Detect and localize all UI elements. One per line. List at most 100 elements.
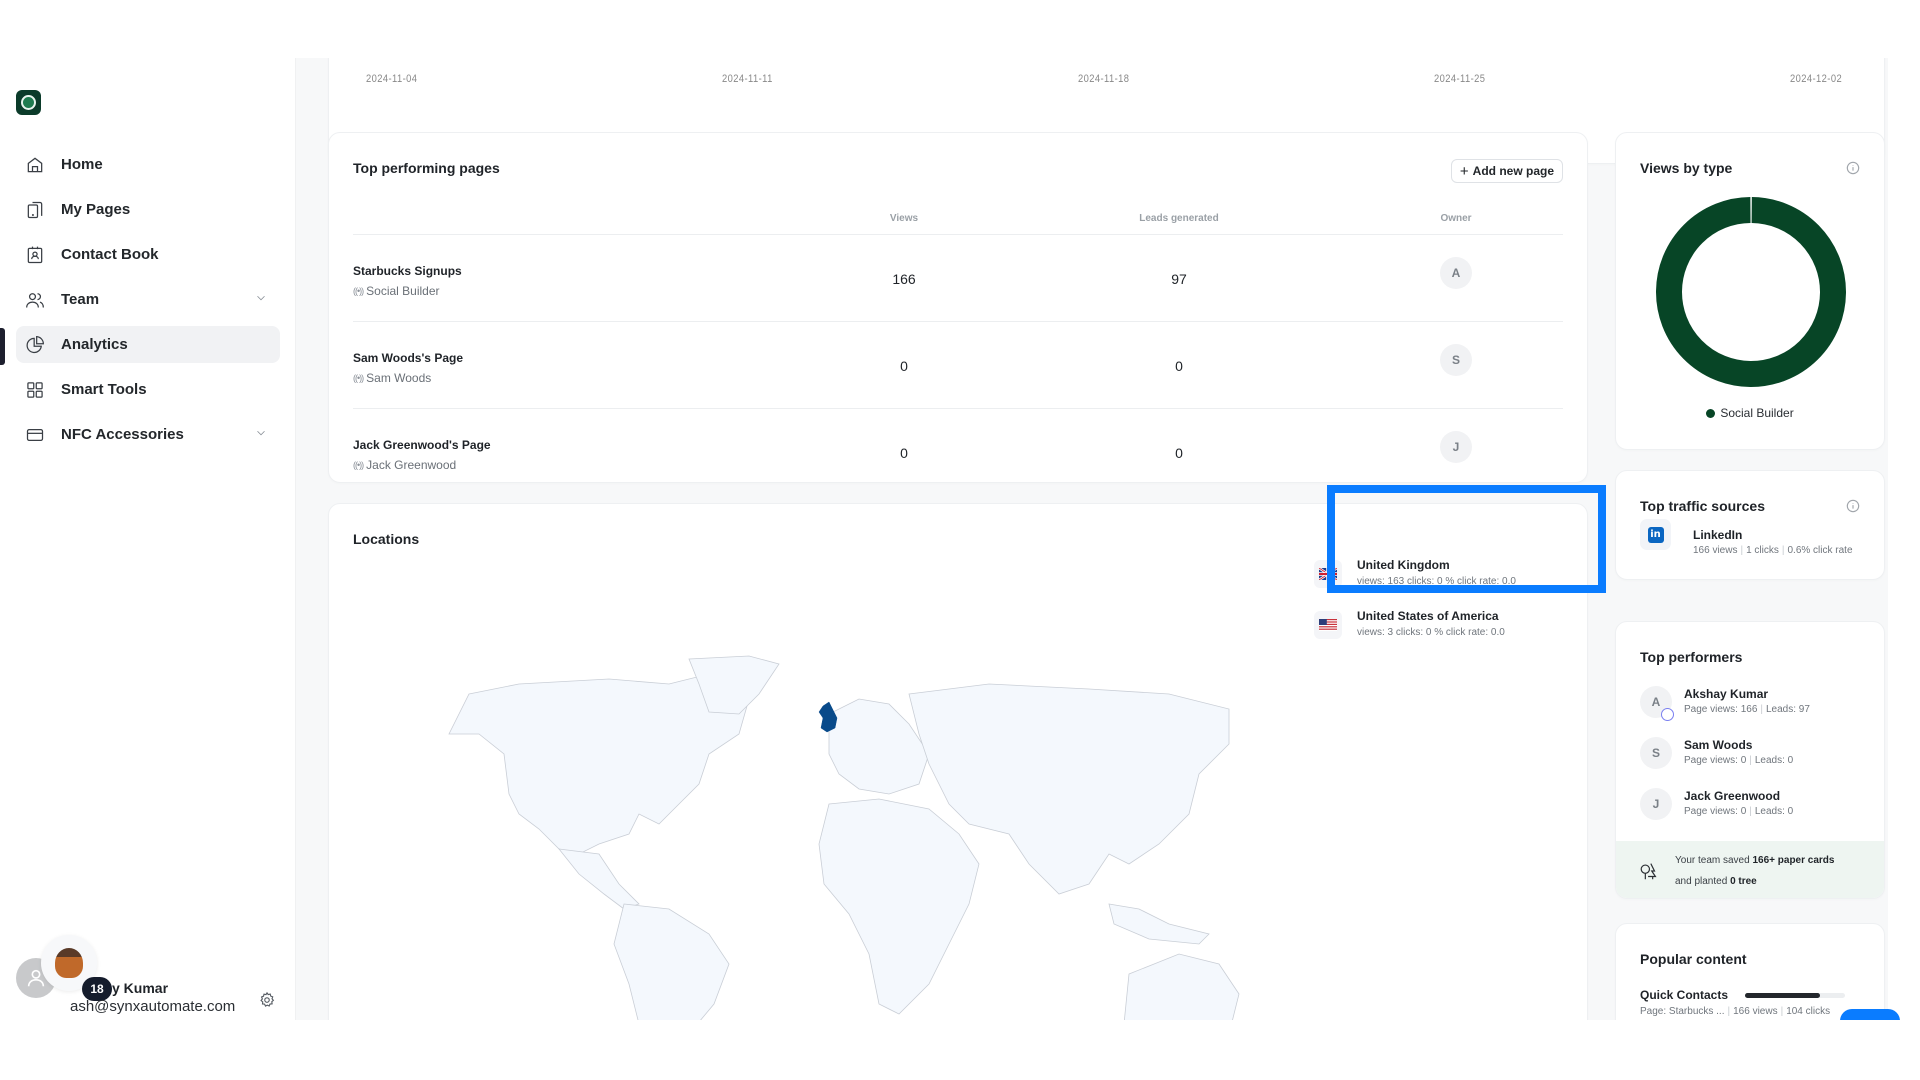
sidebar-item-label: Team — [61, 291, 100, 308]
performer-stats: Page views: 166 | Leads: 97 — [1684, 704, 1810, 715]
source-click-rate: 0.6% click rate — [1787, 545, 1853, 556]
views-by-type-donut[interactable] — [1656, 197, 1846, 387]
card-title: Locations — [353, 531, 420, 547]
sidebar-item-contact-book[interactable]: Contact Book — [16, 236, 280, 273]
page-type-label: Sam Woods — [366, 371, 432, 385]
plus-icon: + — [1459, 162, 1469, 180]
home-icon — [24, 154, 46, 176]
analytics-icon — [24, 334, 46, 356]
analytics-main: 2024-11-04 2024-11-11 2024-11-18 2024-11… — [296, 58, 1888, 1020]
page-type: ((•)) Sam Woods — [353, 371, 431, 385]
owner-avatar[interactable]: A — [1440, 257, 1472, 289]
sidebar-item-label: Smart Tools — [61, 381, 147, 398]
performer-views: Page views: 166 — [1684, 704, 1758, 715]
views-value: 0 — [900, 445, 908, 461]
leads-value: 0 — [1175, 358, 1183, 374]
performer-item[interactable]: A Akshay Kumar Page views: 166 | Leads: 97 — [1640, 686, 1870, 726]
owner-avatar[interactable]: S — [1440, 344, 1472, 376]
legend-dot — [1706, 408, 1716, 418]
x-axis-tick: 2024-11-11 — [722, 73, 773, 85]
table-row[interactable]: Starbucks Signups ((•)) Social Builder 16… — [353, 235, 1563, 322]
map-region-australia — [1123, 953, 1240, 1020]
card-title: Top performers — [1640, 649, 1743, 665]
page-name[interactable]: Sam Woods's Page — [353, 351, 463, 365]
chevron-down-icon[interactable] — [254, 426, 268, 440]
broadcast-icon: ((•)) — [353, 286, 364, 296]
popular-item-name[interactable]: Quick Contacts — [1640, 988, 1728, 1002]
eco-line-2: and planted 0 tree — [1675, 876, 1757, 887]
x-axis-tick: 2024-11-04 — [366, 73, 418, 85]
broadcast-icon: ((•)) — [353, 373, 364, 383]
sidebar-item-label: Contact Book — [61, 246, 159, 263]
views-by-type-card: Views by type Social Builder — [1615, 132, 1885, 450]
card-title: Top performing pages — [353, 160, 500, 176]
sidebar-item-analytics[interactable]: Analytics — [16, 326, 280, 363]
popular-page: Page: Starbucks ... — [1640, 1006, 1725, 1017]
donut-slice-social-builder[interactable] — [1656, 197, 1846, 387]
app-window: Home My Pages Contact Book Team Analytic… — [0, 58, 1920, 1020]
info-icon[interactable] — [1846, 161, 1860, 175]
performer-avatar: S — [1640, 737, 1672, 769]
broadcast-icon: ((•)) — [353, 460, 364, 470]
source-views: 166 views — [1693, 545, 1738, 556]
performer-views: Page views: 0 — [1684, 806, 1747, 817]
leads-value: 0 — [1175, 445, 1183, 461]
country-stats: views: 163 clicks: 0 % click rate: 0.0 — [1357, 576, 1516, 587]
sidebar: Home My Pages Contact Book Team Analytic… — [0, 58, 296, 1020]
country-name: United States of America — [1357, 609, 1499, 623]
map-region-uk-highlight — [818, 701, 838, 733]
views-value: 166 — [892, 271, 916, 287]
x-axis-tick: 2024-12-02 — [1790, 73, 1843, 85]
announcements-button[interactable] — [1840, 1009, 1900, 1020]
column-header-leads[interactable]: Leads generated — [1139, 213, 1218, 224]
popular-progress-fill — [1745, 993, 1820, 998]
location-item-uk[interactable]: United Kingdom views: 163 clicks: 0 % cl… — [1314, 558, 1574, 602]
performer-stats: Page views: 0 | Leads: 0 — [1684, 806, 1794, 817]
map-region-central-america — [558, 848, 640, 910]
performer-item[interactable]: J Jack Greenwood Page views: 0 | Leads: 0 — [1640, 788, 1870, 828]
performer-stats: Page views: 0 | Leads: 0 — [1684, 755, 1794, 766]
performer-item[interactable]: S Sam Woods Page views: 0 | Leads: 0 — [1640, 737, 1870, 777]
traffic-source-name[interactable]: LinkedIn — [1693, 528, 1742, 542]
location-item-usa[interactable]: United States of America views: 3 clicks… — [1314, 609, 1574, 653]
column-header-owner[interactable]: Owner — [1440, 213, 1471, 224]
world-map[interactable] — [409, 654, 1289, 1020]
performer-name: Akshay Kumar — [1684, 687, 1769, 701]
performer-views: Page views: 0 — [1684, 755, 1747, 766]
add-new-page-label: Add new page — [1472, 164, 1554, 178]
sidebar-item-nfc-accessories[interactable]: NFC Accessories — [16, 416, 280, 453]
chart-legend: Social Builder — [1616, 406, 1884, 420]
table-row[interactable]: Jack Greenwood's Page ((•)) Jack Greenwoo… — [353, 409, 1563, 496]
column-header-views[interactable]: Views — [890, 213, 918, 224]
sidebar-nav: Home My Pages Contact Book Team Analytic… — [16, 146, 280, 461]
table-row[interactable]: Sam Woods's Page ((•)) Sam Woods 0 0 S — [353, 322, 1563, 409]
us-flag-icon — [1314, 611, 1342, 639]
pages-icon — [24, 199, 46, 221]
performer-name: Jack Greenwood — [1684, 789, 1781, 803]
eco-line-1: Your team saved 166+ paper cards — [1675, 855, 1835, 866]
sidebar-item-home[interactable]: Home — [16, 146, 280, 183]
sidebar-item-my-pages[interactable]: My Pages — [16, 191, 280, 228]
chevron-down-icon[interactable] — [254, 291, 268, 305]
owner-avatar[interactable]: J — [1440, 431, 1472, 463]
traffic-source-stats: 166 views | 1 clicks | 0.6% click rate — [1693, 545, 1853, 556]
map-region-africa — [818, 798, 980, 1015]
sidebar-item-smart-tools[interactable]: Smart Tools — [16, 371, 280, 408]
leads-value: 97 — [1171, 271, 1187, 287]
popular-content-card: Popular content Quick Contacts Page: Sta… — [1615, 923, 1885, 1020]
performer-leads: Leads: 0 — [1754, 806, 1794, 817]
sidebar-item-team[interactable]: Team — [16, 281, 280, 318]
info-icon[interactable] — [1846, 499, 1860, 513]
page-name[interactable]: Jack Greenwood's Page — [353, 438, 491, 452]
starbucks-logo[interactable] — [16, 90, 41, 115]
gear-icon[interactable] — [258, 991, 276, 1009]
add-new-page-button[interactable]: + Add new page — [1450, 159, 1563, 183]
performer-leads: Leads: 97 — [1766, 704, 1810, 715]
popular-clicks: 104 clicks — [1786, 1006, 1831, 1017]
popular-progress-bar — [1745, 993, 1845, 998]
user-profile[interactable]: y Kumar 18 ash@synxautomate.com — [14, 935, 284, 1015]
page-name[interactable]: Starbucks Signups — [353, 264, 462, 278]
source-clicks: 1 clicks — [1746, 545, 1779, 556]
grid-icon — [24, 379, 46, 401]
popular-views: 166 views — [1733, 1006, 1778, 1017]
